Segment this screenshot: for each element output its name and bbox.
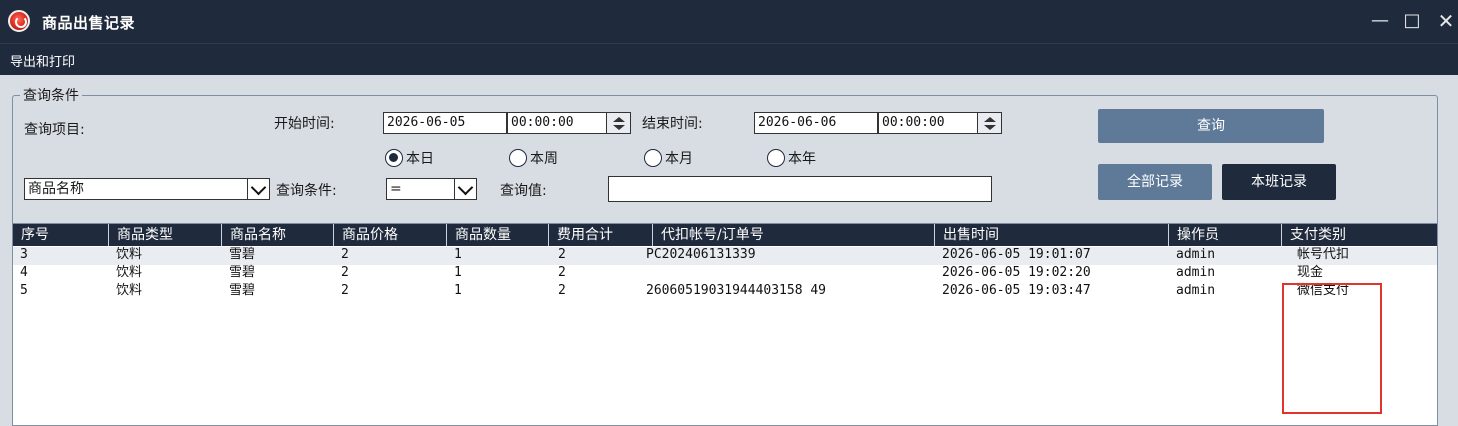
payment-column-highlight <box>1282 283 1382 414</box>
main-panel: 查询条件 查询项目: 开始时间: 2026-06-05 00:00:00 结束时… <box>0 75 1458 426</box>
cell-category: 饮料 <box>116 247 143 262</box>
cell-price: 2 <box>341 265 349 280</box>
cell-total: 2 <box>558 283 566 298</box>
menu-export-print[interactable]: 导出和打印 <box>10 51 75 70</box>
table-row[interactable]: 5 饮料 雪碧 2 1 2 26060519031944403158 49 20… <box>13 283 1437 301</box>
all-records-button[interactable]: 全部记录 <box>1098 164 1212 200</box>
radio-year[interactable] <box>767 149 785 167</box>
menu-bar: 导出和打印 <box>0 45 1458 75</box>
app-logo-icon <box>8 10 30 32</box>
radio-week-label: 本周 <box>530 151 558 167</box>
chevron-down-icon[interactable] <box>247 179 269 199</box>
column-header[interactable]: 商品类型 <box>108 224 221 246</box>
cell-time: 2026-06-05 19:02:20 <box>942 265 1091 280</box>
column-header[interactable]: 代扣帐号/订单号 <box>652 224 934 246</box>
column-header[interactable]: 序号 <box>13 224 108 246</box>
column-header[interactable]: 操作员 <box>1168 224 1281 246</box>
column-header[interactable]: 商品名称 <box>221 224 333 246</box>
column-header[interactable]: 支付类别 <box>1281 224 1431 246</box>
end-time-label: 结束时间: <box>642 116 703 132</box>
table-header: 序号 商品类型 商品名称 商品价格 商品数量 费用合计 代扣帐号/订单号 出售时… <box>13 224 1437 246</box>
title-bar: 商品出售记录 — □ ✕ <box>0 0 1458 44</box>
minimize-button[interactable]: — <box>1366 8 1394 34</box>
value-label: 查询值: <box>500 183 547 199</box>
query-group-title: 查询条件 <box>20 85 82 105</box>
start-date-field[interactable]: 2026-06-05 <box>383 112 507 134</box>
chevron-down-icon[interactable] <box>454 179 476 199</box>
cell-name: 雪碧 <box>229 265 256 280</box>
cell-payment: 帐号代扣 <box>1297 247 1350 262</box>
column-header[interactable]: 费用合计 <box>548 224 652 246</box>
cell-price: 2 <box>341 283 349 298</box>
cell-operator: admin <box>1176 265 1216 280</box>
radio-month[interactable] <box>644 149 662 167</box>
condition-label: 查询条件: <box>276 183 337 199</box>
cell-total: 2 <box>558 265 566 280</box>
cell-name: 雪碧 <box>229 283 256 298</box>
query-item-label: 查询项目: <box>24 122 85 138</box>
cell-category: 饮料 <box>116 283 143 298</box>
operator-value: = <box>390 181 402 197</box>
cell-operator: admin <box>1176 247 1216 262</box>
cell-payment: 现金 <box>1297 265 1324 280</box>
radio-week[interactable] <box>509 149 527 167</box>
cell-total: 2 <box>558 247 566 262</box>
start-time-label: 开始时间: <box>274 116 335 132</box>
cell-name: 雪碧 <box>229 247 256 262</box>
query-item-select[interactable]: 商品名称 <box>24 178 270 200</box>
column-header[interactable]: 商品价格 <box>333 224 446 246</box>
cell-index: 4 <box>20 265 28 280</box>
cell-order: 26060519031944403158 49 <box>646 283 827 298</box>
radio-today-label: 本日 <box>406 151 434 167</box>
column-header[interactable]: 商品数量 <box>446 224 548 246</box>
radio-month-label: 本月 <box>665 151 693 167</box>
radio-today[interactable] <box>385 149 403 167</box>
cell-time: 2026-06-05 19:03:47 <box>942 283 1091 298</box>
cell-qty: 1 <box>454 283 462 298</box>
start-time-field[interactable]: 00:00:00 <box>507 112 607 134</box>
end-date-field[interactable]: 2026-06-06 <box>754 112 878 134</box>
close-button[interactable]: ✕ <box>1432 8 1458 34</box>
cell-operator: admin <box>1176 283 1216 298</box>
start-time-spinner[interactable] <box>607 112 631 134</box>
maximize-button[interactable]: □ <box>1398 8 1426 34</box>
table-row[interactable]: 3 饮料 雪碧 2 1 2 PC202406131339 2026-06-05 … <box>13 247 1437 265</box>
query-item-value: 商品名称 <box>28 181 84 197</box>
cell-qty: 1 <box>454 265 462 280</box>
end-time-spinner[interactable] <box>978 112 1002 134</box>
column-header[interactable]: 出售时间 <box>934 224 1168 246</box>
cell-index: 3 <box>20 247 28 262</box>
radio-year-label: 本年 <box>788 151 816 167</box>
query-button[interactable]: 查询 <box>1098 109 1324 143</box>
query-value-input[interactable] <box>608 176 992 202</box>
shift-records-button[interactable]: 本班记录 <box>1222 164 1336 200</box>
cell-category: 饮料 <box>116 265 143 280</box>
sales-table[interactable]: 序号 商品类型 商品名称 商品价格 商品数量 费用合计 代扣帐号/订单号 出售时… <box>12 223 1438 426</box>
table-row[interactable]: 4 饮料 雪碧 2 1 2 2026-06-05 19:02:20 admin … <box>13 265 1437 283</box>
cell-index: 5 <box>20 283 28 298</box>
cell-qty: 1 <box>454 247 462 262</box>
window-title: 商品出售记录 <box>42 14 136 32</box>
cell-time: 2026-06-05 19:01:07 <box>942 247 1091 262</box>
operator-select[interactable]: = <box>386 178 477 200</box>
cell-price: 2 <box>341 247 349 262</box>
cell-order: PC202406131339 <box>646 247 756 262</box>
end-time-field[interactable]: 00:00:00 <box>878 112 978 134</box>
